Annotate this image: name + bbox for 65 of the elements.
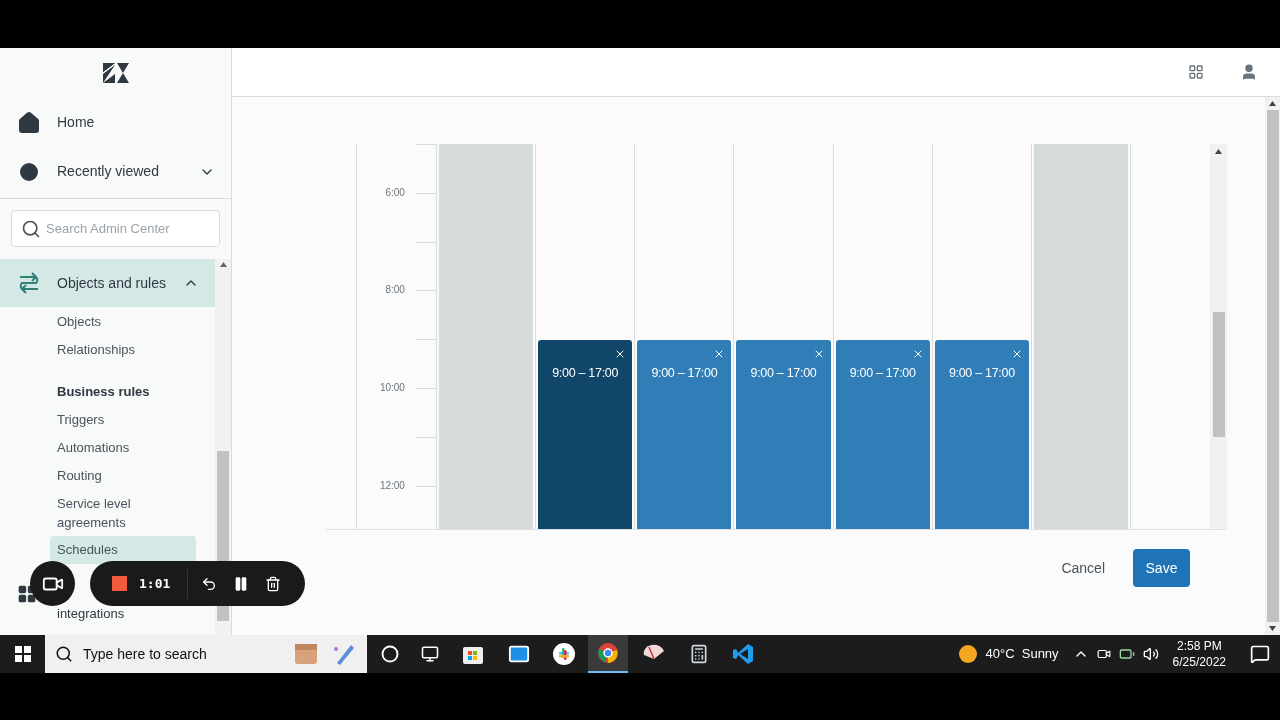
- home-icon: [17, 110, 41, 135]
- time-range: 9:00 – 17:00: [551, 365, 620, 382]
- scroll-up-icon[interactable]: [1269, 101, 1276, 106]
- sidebar-item[interactable]: Automations: [50, 434, 170, 462]
- nav-item[interactable]: Home: [0, 98, 231, 147]
- slack-icon[interactable]: [553, 643, 575, 665]
- code-editor-icon[interactable]: [731, 642, 755, 666]
- weather-text[interactable]: 40°C Sunny: [985, 644, 1059, 664]
- task-view-icon[interactable]: [421, 645, 439, 663]
- scrollbar[interactable]: [1265, 97, 1280, 635]
- undo-icon[interactable]: [201, 575, 217, 592]
- time-block[interactable]: 9:00 – 17:00: [934, 340, 1029, 529]
- nav-item[interactable]: integrations: [57, 604, 147, 623]
- scroll-up-icon[interactable]: [1215, 149, 1222, 154]
- sidebar-item[interactable]: Objects: [50, 308, 170, 336]
- search-placeholder: Type here to search: [83, 644, 208, 664]
- sidebar-item[interactable]: Service level agreements: [50, 490, 170, 536]
- scroll-thumb[interactable]: [1266, 110, 1279, 622]
- scroll-down-icon[interactable]: [1269, 626, 1276, 631]
- scrollbar[interactable]: [1210, 144, 1227, 529]
- time-label: 10:00: [379, 383, 405, 393]
- search-icon: [55, 645, 73, 663]
- time-range: 9:00 – 17:00: [848, 365, 917, 382]
- time-label: 8:00: [385, 285, 405, 296]
- calculator-icon[interactable]: [689, 643, 709, 665]
- time-label: 6:00: [385, 187, 405, 198]
- trash-icon[interactable]: [265, 575, 281, 592]
- logo-icon: [102, 63, 129, 83]
- volume-icon[interactable]: [1142, 646, 1159, 662]
- save-button[interactable]: Save: [1133, 549, 1190, 587]
- time-block[interactable]: 9:00 – 17:00: [637, 340, 732, 529]
- sidebar-item[interactable]: Schedules: [50, 536, 196, 564]
- section-header[interactable]: Objects and rules: [0, 259, 215, 307]
- time-range: 9:00 – 17:00: [650, 365, 719, 382]
- taskbar-search[interactable]: Type here to search: [45, 635, 367, 673]
- cortana-icon[interactable]: [381, 645, 399, 663]
- scroll-thumb[interactable]: [1212, 312, 1225, 437]
- browser-icon[interactable]: [597, 642, 619, 664]
- battery-icon[interactable]: [1118, 646, 1135, 662]
- time-block[interactable]: 9:00 – 17:00: [736, 340, 831, 529]
- nav-item[interactable]: Recently viewed: [0, 147, 231, 196]
- cancel-button[interactable]: Cancel: [1055, 549, 1111, 587]
- time-range: 9:00 – 17:00: [947, 365, 1016, 382]
- scroll-up-icon[interactable]: [219, 262, 227, 267]
- weather-icon: [959, 645, 978, 663]
- search-icon: [21, 219, 41, 239]
- camera-icon[interactable]: [1096, 647, 1111, 661]
- windows-icon[interactable]: [14, 646, 31, 662]
- pause-icon[interactable]: [233, 575, 249, 592]
- apps-icon[interactable]: [1188, 64, 1204, 80]
- user-icon[interactable]: [1240, 63, 1258, 81]
- sidebar-item[interactable]: Triggers: [50, 406, 170, 434]
- search-field[interactable]: Search Admin Center: [11, 210, 220, 247]
- sidebar-item[interactable]: Routing: [50, 462, 170, 490]
- time-block[interactable]: 9:00 – 17:00: [835, 340, 930, 529]
- recording-time: 1:01: [139, 574, 172, 593]
- group-heading: Business rules: [56, 383, 151, 402]
- flow-icon: [17, 272, 41, 294]
- time-range: 9:00 – 17:00: [749, 365, 818, 382]
- sidebar-item[interactable]: Relationships: [50, 336, 170, 364]
- time-block[interactable]: 9:00 – 17:00: [538, 340, 633, 529]
- clock-time[interactable]: 2:58 PM: [1176, 638, 1222, 654]
- clock-date[interactable]: 6/25/2022: [1172, 654, 1226, 670]
- notification-icon[interactable]: [1250, 644, 1270, 664]
- time-label: 12:00: [379, 480, 405, 491]
